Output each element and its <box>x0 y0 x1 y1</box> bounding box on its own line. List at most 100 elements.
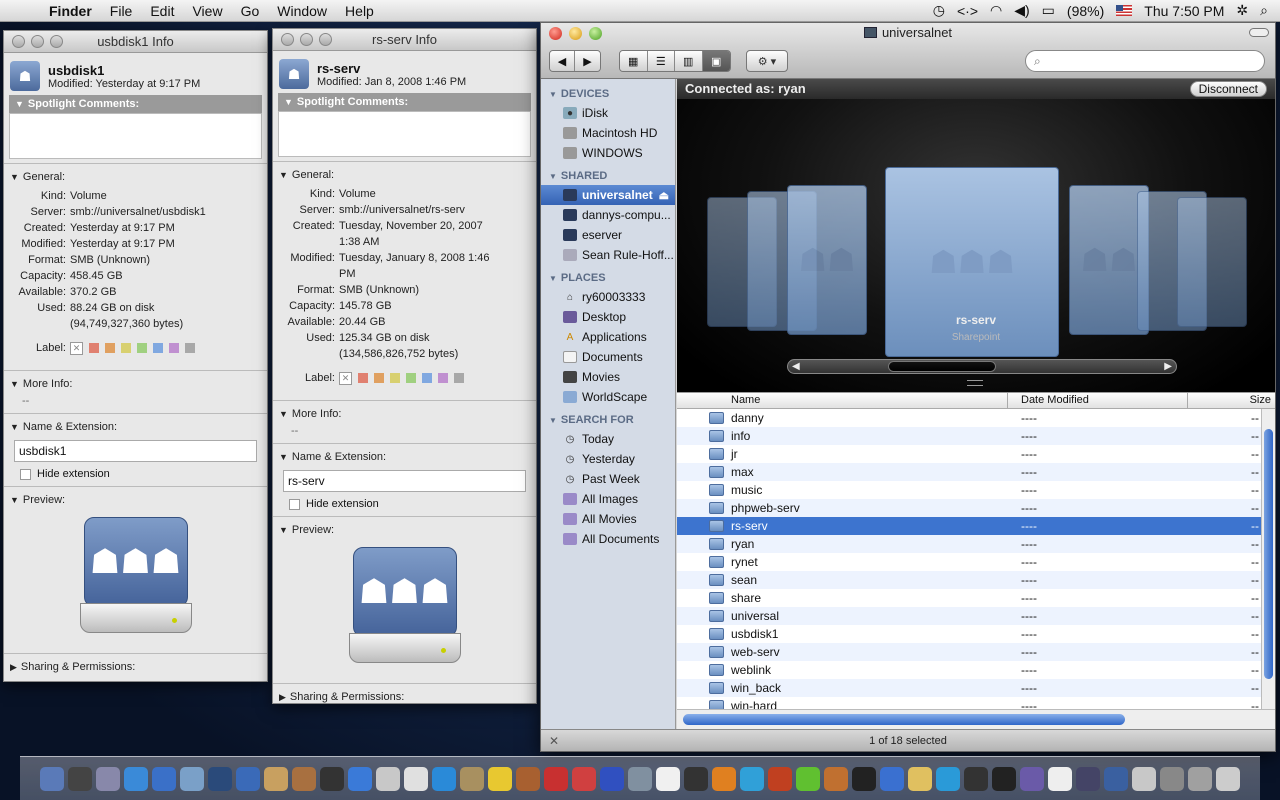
dock-app-icon[interactable] <box>236 766 260 791</box>
info-titlebar[interactable]: usbdisk1 Info <box>4 31 267 53</box>
dock-app-icon[interactable] <box>1076 766 1100 791</box>
menu-go[interactable]: Go <box>232 0 269 22</box>
label-color-swatch[interactable] <box>105 343 115 353</box>
spotlight-comments-field[interactable] <box>278 111 531 157</box>
more-info-toggle[interactable]: ▼ More Info: <box>273 405 536 423</box>
sidebar-item-applications[interactable]: A Applications <box>541 327 675 347</box>
file-row[interactable]: phpweb-serv ---- -- <box>677 499 1261 517</box>
back-button[interactable]: ◀ <box>550 51 575 71</box>
dock-app-icon[interactable] <box>68 766 92 791</box>
cover-flow-scroll-thumb[interactable] <box>888 361 996 372</box>
spotlight-section-toggle[interactable]: ▼ Spotlight Comments: <box>278 93 531 111</box>
menu-window[interactable]: Window <box>268 0 336 22</box>
dock-app-icon[interactable] <box>628 766 652 791</box>
label-color-swatch[interactable] <box>121 343 131 353</box>
label-color-swatch[interactable] <box>137 343 147 353</box>
sidebar-item-all-movies[interactable]: All Movies <box>541 509 675 529</box>
wifi-icon[interactable]: ◠ <box>990 2 1002 19</box>
name-extension-toggle[interactable]: ▼ Name & Extension: <box>4 418 267 436</box>
sidebar-item-all-documents[interactable]: All Documents <box>541 529 675 549</box>
menu-clock[interactable]: Thu 7:50 PM <box>1144 3 1224 19</box>
sidebar-header-search-for[interactable]: ▼ SEARCH FOR <box>541 411 675 429</box>
scroll-left-icon[interactable]: ◀ <box>792 360 800 373</box>
label-color-swatch[interactable] <box>169 343 179 353</box>
sidebar-item-today[interactable]: ◷ Today <box>541 429 675 449</box>
label-color-swatch[interactable] <box>406 373 416 383</box>
column-view-button[interactable]: ▥ <box>675 51 703 71</box>
dock-app-icon[interactable] <box>1160 766 1184 791</box>
hide-extension-checkbox[interactable] <box>20 468 31 480</box>
dock-app-icon[interactable] <box>488 766 512 791</box>
sidebar-item-worldscape[interactable]: WorldScape <box>541 387 675 407</box>
dock-app-icon[interactable] <box>516 766 540 791</box>
menu-file[interactable]: File <box>101 0 142 22</box>
volume-icon[interactable]: ◀) <box>1014 2 1029 19</box>
dock-app-icon[interactable] <box>824 766 848 791</box>
general-section-toggle[interactable]: ▼ General: <box>273 166 536 184</box>
file-row[interactable]: universal ---- -- <box>677 607 1261 625</box>
file-row[interactable]: weblink ---- -- <box>677 661 1261 679</box>
close-button[interactable] <box>12 35 25 48</box>
dock-app-icon[interactable] <box>712 766 736 791</box>
dock-app-icon[interactable] <box>656 766 680 791</box>
label-color-swatch[interactable] <box>358 373 368 383</box>
file-row[interactable]: rs-serv ---- -- <box>677 517 1261 535</box>
no-label-swatch[interactable]: ✕ <box>70 341 83 355</box>
dock-app-icon[interactable] <box>572 766 596 791</box>
sidebar-item-movies[interactable]: Movies <box>541 367 675 387</box>
dock-app-icon[interactable] <box>600 766 624 791</box>
dock-app-icon[interactable] <box>1048 766 1072 791</box>
general-section-toggle[interactable]: ▼ General: <box>4 168 267 186</box>
scroll-right-icon[interactable]: ▶ <box>1164 360 1172 373</box>
dock-app-icon[interactable] <box>208 766 232 791</box>
close-button[interactable] <box>281 33 294 46</box>
eject-icon[interactable]: ⏏ <box>659 189 669 202</box>
dock-app-icon[interactable] <box>404 766 428 791</box>
dock-app-icon[interactable] <box>880 766 904 791</box>
sharing-toggle[interactable]: ▶ Sharing & Permissions: <box>273 688 536 703</box>
sidebar-item-home[interactable]: ⌂ ry60003333 <box>541 287 675 307</box>
dock-app-icon[interactable] <box>348 766 372 791</box>
file-row[interactable]: usbdisk1 ---- -- <box>677 625 1261 643</box>
zoom-button[interactable] <box>319 33 332 46</box>
spotlight-icon[interactable]: ⌕ <box>1260 2 1268 19</box>
cover-flow[interactable]: Connected as: ryan Disconnect ☗☗ ☗☗☗ ☗☗ … <box>677 79 1275 392</box>
sidebar-item-sean[interactable]: Sean Rule-Hoff... <box>541 245 675 265</box>
sidebar-item-eserver[interactable]: eserver <box>541 225 675 245</box>
dock-app-icon[interactable] <box>180 766 204 791</box>
sidebar-item-dannys-computer[interactable]: dannys-compu... <box>541 205 675 225</box>
battery-percent[interactable]: (98%) <box>1067 3 1104 19</box>
spotlight-section-toggle[interactable]: ▼ Spotlight Comments: <box>9 95 262 113</box>
dock-app-icon[interactable] <box>936 766 960 791</box>
zoom-button[interactable] <box>50 35 63 48</box>
icon-view-button[interactable]: ▦ <box>620 51 648 71</box>
scroll-thumb[interactable] <box>1264 429 1273 679</box>
dock-app-icon[interactable] <box>152 766 176 791</box>
file-row[interactable]: jr ---- -- <box>677 445 1261 463</box>
sharing-toggle[interactable]: ▶ Sharing & Permissions: <box>4 658 267 676</box>
dock-app-icon[interactable] <box>1020 766 1044 791</box>
dock-app-icon[interactable] <box>264 766 288 791</box>
sidebar-item-yesterday[interactable]: ◷ Yesterday <box>541 449 675 469</box>
resize-handle-icon[interactable] <box>967 380 983 386</box>
label-color-swatch[interactable] <box>422 373 432 383</box>
sidebar-item-macintosh-hd[interactable]: Macintosh HD <box>541 123 675 143</box>
file-row[interactable]: music ---- -- <box>677 481 1261 499</box>
minimize-button[interactable] <box>31 35 44 48</box>
sidebar-item-universalnet[interactable]: universalnet ⏏ <box>541 185 675 205</box>
dock-app-icon[interactable] <box>292 766 316 791</box>
coverflow-view-button[interactable]: ▣ <box>702 51 730 71</box>
sidebar-item-past-week[interactable]: ◷ Past Week <box>541 469 675 489</box>
sidebar-item-desktop[interactable]: Desktop <box>541 307 675 327</box>
dock-app-icon[interactable] <box>1132 766 1156 791</box>
bluetooth-icon[interactable]: ✲ <box>1236 2 1248 19</box>
file-row[interactable]: danny ---- -- <box>677 409 1261 427</box>
file-row[interactable]: rynet ---- -- <box>677 553 1261 571</box>
cover-flow-scrollbar[interactable]: ◀ ▶ <box>787 359 1177 374</box>
label-color-swatch[interactable] <box>89 343 99 353</box>
hide-extension-checkbox[interactable] <box>289 498 300 510</box>
dock-app-icon[interactable] <box>320 766 344 791</box>
sidebar-item-documents[interactable]: Documents <box>541 347 675 367</box>
menu-edit[interactable]: Edit <box>141 0 183 22</box>
dock-app-icon[interactable] <box>124 766 148 791</box>
